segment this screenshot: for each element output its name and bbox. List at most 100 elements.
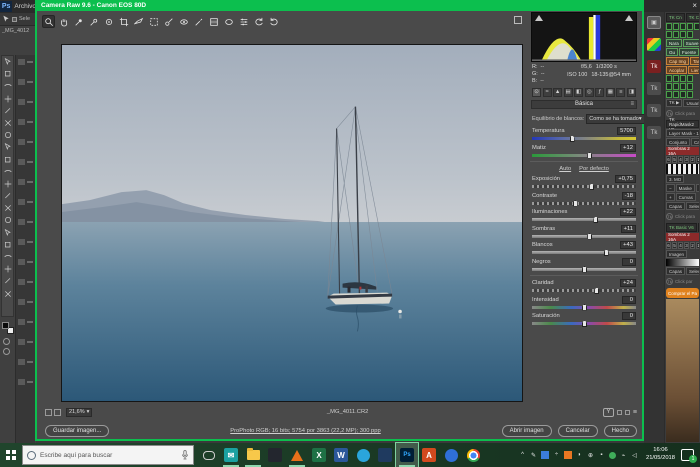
history-row[interactable] bbox=[18, 279, 33, 285]
hand-tool-icon[interactable] bbox=[4, 277, 12, 285]
exposición-slider[interactable] bbox=[532, 185, 636, 188]
slider-thumb[interactable] bbox=[570, 135, 575, 142]
history-row[interactable] bbox=[18, 259, 33, 265]
tone-curve-tab[interactable]: ≈ bbox=[543, 88, 552, 97]
tk-button[interactable]: Tamaño bbox=[690, 57, 699, 65]
camera-calibration-tab[interactable]: ▦ bbox=[606, 88, 615, 97]
tk-action-icon[interactable] bbox=[680, 91, 686, 98]
slider-thumb[interactable] bbox=[587, 152, 592, 159]
tray-expand[interactable]: ^ bbox=[519, 451, 526, 459]
vlc-taskbar-icon[interactable] bbox=[286, 443, 308, 467]
tk-action-icon[interactable] bbox=[666, 75, 672, 82]
document-tab[interactable]: _MG_4012 bbox=[2, 28, 35, 34]
white-balance-tool-icon[interactable] bbox=[72, 15, 85, 28]
histogram[interactable] bbox=[531, 12, 637, 62]
spot-removal-tool-icon[interactable] bbox=[162, 15, 175, 28]
slider-thumb[interactable] bbox=[593, 216, 598, 223]
tray-blue-app[interactable] bbox=[541, 451, 549, 459]
preferences-tool-icon[interactable] bbox=[237, 15, 250, 28]
tk-action-icon[interactable] bbox=[673, 75, 679, 82]
eraser-tool-icon[interactable] bbox=[4, 180, 12, 188]
tk-action-icon[interactable] bbox=[666, 91, 672, 98]
saturación-slider[interactable] bbox=[532, 322, 636, 325]
straighten-tool-icon[interactable] bbox=[132, 15, 145, 28]
history-brush-tool-icon[interactable] bbox=[4, 168, 12, 176]
swap-views-icon[interactable] bbox=[617, 410, 622, 415]
app-dark-taskbar-icon[interactable] bbox=[264, 443, 286, 467]
tk-action-icon[interactable] bbox=[694, 23, 699, 30]
tk-action-icon[interactable] bbox=[680, 75, 686, 82]
hand-tool-icon[interactable] bbox=[57, 15, 70, 28]
spot-healing-tool-icon[interactable] bbox=[4, 131, 12, 139]
rectangular-marquee-tool-icon[interactable] bbox=[4, 70, 12, 78]
crop-tool-icon[interactable] bbox=[4, 107, 12, 115]
history-row[interactable] bbox=[18, 299, 33, 305]
red-eye-tool-icon[interactable] bbox=[177, 15, 190, 28]
slider-thumb[interactable] bbox=[587, 233, 592, 240]
zoom-level-select[interactable]: 21,6% ▾ bbox=[66, 408, 92, 417]
panel-grid-icon[interactable]: ▣ bbox=[647, 16, 661, 29]
tk-number-button[interactable]: 6 bbox=[666, 156, 671, 163]
split-toning-tab[interactable]: ◧ bbox=[574, 88, 583, 97]
transform-tool-icon[interactable] bbox=[147, 15, 160, 28]
adobe-orange-taskbar-icon[interactable]: A bbox=[418, 443, 440, 467]
app-blue-circle-taskbar-icon[interactable] bbox=[352, 443, 374, 467]
tk-number-button[interactable]: 2 bbox=[690, 156, 695, 163]
slider-thumb[interactable] bbox=[604, 249, 609, 256]
shadow-clipping-icon[interactable] bbox=[535, 15, 543, 21]
quick-mask-icon[interactable] bbox=[3, 338, 10, 345]
tk-action-icon[interactable] bbox=[687, 31, 693, 38]
tk-button[interactable]: Gu bbox=[666, 48, 678, 56]
tk-action-icon[interactable] bbox=[687, 75, 693, 82]
auto-select-checkbox[interactable] bbox=[12, 17, 17, 22]
presets-tab[interactable]: ≡ bbox=[616, 88, 625, 97]
tk-action-icon[interactable] bbox=[666, 31, 672, 38]
tk-number-button[interactable]: 3 bbox=[684, 156, 689, 163]
blancos-slider[interactable] bbox=[532, 251, 636, 254]
shape-tool-icon[interactable] bbox=[4, 265, 12, 273]
history-row[interactable] bbox=[18, 319, 33, 325]
tk-color-icon[interactable] bbox=[647, 38, 661, 51]
highlight-clipping-icon[interactable] bbox=[625, 15, 633, 21]
white-balance-select[interactable]: Como se ha tomado ▾ bbox=[586, 114, 644, 124]
tk-tab[interactable]: TK In bbox=[698, 223, 699, 232]
tk-action-icon[interactable] bbox=[673, 91, 679, 98]
tk-tab[interactable]: TK Cm bbox=[686, 13, 699, 22]
tk-panel-icon-3[interactable]: Tk bbox=[647, 126, 661, 139]
slider-thumb[interactable] bbox=[594, 287, 599, 294]
detail-tab[interactable]: ▲ bbox=[553, 88, 562, 97]
tk-button[interactable]: Capas bbox=[666, 202, 685, 210]
tk-red-icon[interactable]: Tk bbox=[647, 60, 661, 73]
tk-action-icon[interactable] bbox=[680, 31, 686, 38]
color-sampler-tool-icon[interactable] bbox=[87, 15, 100, 28]
image-preview[interactable] bbox=[61, 44, 523, 402]
slider-thumb[interactable] bbox=[573, 200, 578, 207]
snapshots-tab[interactable]: ◨ bbox=[627, 88, 636, 97]
tk-action-icon[interactable] bbox=[673, 23, 679, 30]
lasso-tool-icon[interactable] bbox=[4, 82, 12, 90]
blur-tool-icon[interactable] bbox=[4, 204, 12, 212]
done-button[interactable]: Hecho bbox=[604, 425, 637, 437]
clone-stamp-tool-icon[interactable] bbox=[4, 156, 12, 164]
tray-network[interactable]: ⌁ bbox=[620, 451, 627, 459]
copy-settings-icon[interactable] bbox=[625, 410, 630, 415]
negros-slider[interactable] bbox=[532, 268, 636, 271]
history-row[interactable] bbox=[18, 379, 33, 385]
open-image-button[interactable]: Abrir imagen bbox=[502, 425, 552, 437]
toggle-filmstrip-icon[interactable] bbox=[45, 409, 52, 416]
before-after-toggle[interactable]: Y bbox=[603, 408, 614, 417]
taskbar-clock[interactable]: 16:06 21/05/2018 bbox=[646, 447, 675, 462]
task-view-taskbar-icon[interactable] bbox=[198, 443, 220, 467]
tray-half[interactable]: ◗ bbox=[576, 451, 583, 459]
action-center-icon[interactable]: 1 bbox=[681, 449, 694, 461]
history-row[interactable] bbox=[18, 239, 33, 245]
tk-tab[interactable]: TK Basic V6 bbox=[666, 223, 697, 232]
slider-thumb[interactable] bbox=[589, 183, 594, 190]
tk-number-button[interactable]: 6 bbox=[666, 242, 671, 249]
basic-tab[interactable]: ⊙ bbox=[532, 88, 541, 97]
history-row[interactable] bbox=[18, 119, 33, 125]
brush-tool-icon[interactable] bbox=[4, 143, 12, 151]
app-blue2-taskbar-icon[interactable] bbox=[440, 443, 462, 467]
word-taskbar-icon[interactable]: W bbox=[330, 443, 352, 467]
excel-taskbar-icon[interactable]: X bbox=[308, 443, 330, 467]
